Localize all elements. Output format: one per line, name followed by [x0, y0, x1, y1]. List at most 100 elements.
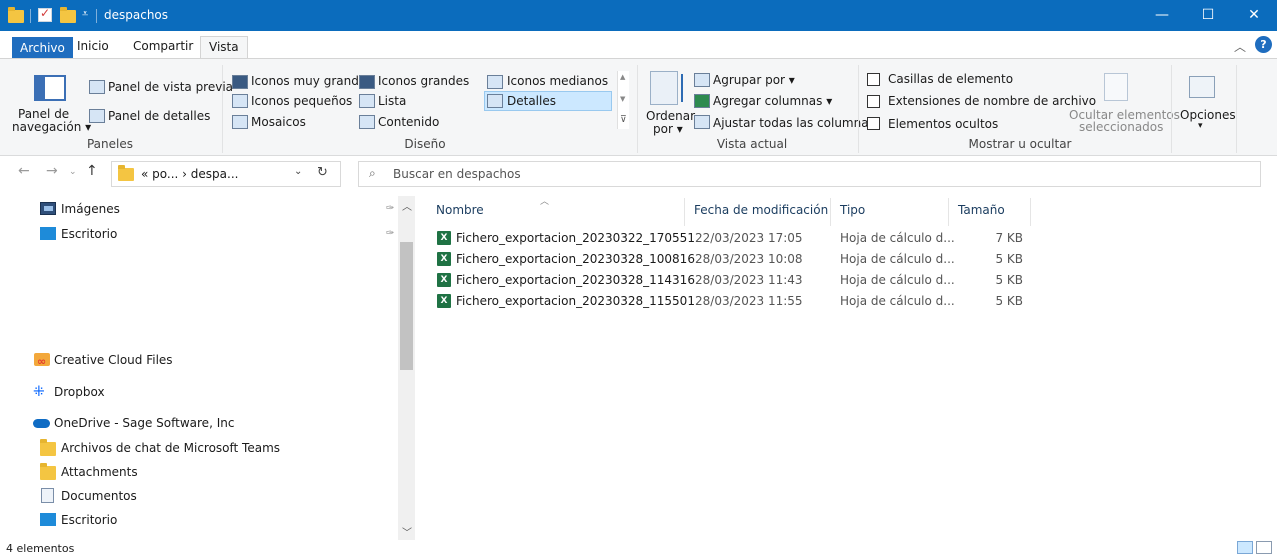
column-header-name[interactable]: Nombre [436, 203, 484, 217]
search-box[interactable]: ⌕ Buscar en despachos [358, 161, 1261, 187]
tiles-option[interactable]: Mosaicos [251, 115, 306, 129]
pin-icon[interactable]: ✑ [386, 223, 394, 245]
small-icons-icon [232, 94, 248, 108]
file-size: 5 KB [995, 273, 1023, 287]
search-input[interactable]: Buscar en despachos [393, 167, 521, 181]
tab-inicio[interactable]: Inicio [69, 36, 117, 57]
column-header-size[interactable]: Tamaño [958, 203, 1005, 217]
table-row[interactable]: X Fichero_exportacion_20230328_100816 28… [416, 249, 1036, 270]
recent-locations-icon[interactable]: ⌄ [69, 167, 77, 177]
large-icons-view-toggle-icon[interactable] [1256, 541, 1272, 554]
large-icons-icon [359, 75, 375, 89]
title-bar: ⩡ despachos — ☐ ✕ [0, 0, 1277, 31]
sort-by-button[interactable]: por ▾ [653, 122, 683, 136]
nav-item-label: Documentos [61, 489, 137, 503]
window-title: despachos [104, 8, 169, 22]
maximize-button[interactable]: ☐ [1185, 0, 1231, 31]
scrollbar-thumb[interactable] [400, 242, 413, 370]
tab-archivo[interactable]: Archivo [12, 37, 73, 59]
creative-cloud-icon [34, 351, 50, 373]
options-button[interactable]: Opciones [1180, 108, 1236, 122]
properties-quick-access-icon[interactable] [38, 6, 52, 22]
preview-pane-button[interactable]: Panel de vista previa [108, 80, 233, 94]
group-separator [637, 65, 638, 153]
item-checkboxes-label[interactable]: Casillas de elemento [888, 72, 1013, 86]
table-row[interactable]: X Fichero_exportacion_20230328_114316 28… [416, 270, 1036, 291]
hide-selected-icon [1104, 73, 1128, 101]
list-option[interactable]: Lista [378, 94, 406, 108]
content-option[interactable]: Contenido [378, 115, 439, 129]
ribbon-tabs: Archivo Inicio Compartir Vista ︿ ? [0, 31, 1277, 59]
large-icons-option[interactable]: Iconos grandes [378, 74, 469, 88]
collapse-ribbon-icon[interactable]: ︿ [1234, 38, 1246, 55]
column-divider[interactable] [1030, 198, 1031, 226]
chevron-down-icon[interactable]: ⌄ [294, 166, 302, 177]
nav-item-label: Dropbox [54, 385, 105, 399]
group-by-button[interactable]: Agrupar por ▾ [713, 73, 795, 87]
extra-large-icons-icon [232, 75, 248, 89]
hidden-items-checkbox[interactable] [867, 117, 880, 130]
sort-by-label[interactable]: Ordenar [646, 109, 695, 123]
file-extensions-label[interactable]: Extensiones de nombre de archivo [888, 94, 1096, 108]
pin-icon[interactable]: ✑ [386, 198, 394, 220]
minimize-button[interactable]: — [1139, 0, 1185, 31]
file-extensions-checkbox[interactable] [867, 95, 880, 108]
add-columns-button[interactable]: Agregar columnas ▾ [713, 94, 832, 108]
close-button[interactable]: ✕ [1231, 0, 1277, 31]
scroll-down-icon[interactable]: ﹀ [402, 524, 412, 539]
layout-gallery-scroller[interactable]: ▲ ▼ ⊽ [617, 71, 629, 129]
file-type: Hoja de cálculo d... [840, 231, 955, 245]
scroll-up-icon[interactable]: ︿ [402, 198, 412, 213]
table-row[interactable]: X Fichero_exportacion_20230322_170551 22… [416, 228, 1036, 249]
toolbar-separator [30, 9, 31, 23]
group-by-icon [694, 73, 710, 87]
hide-selected-label-2[interactable]: seleccionados [1079, 120, 1163, 134]
back-button[interactable]: ← [18, 163, 30, 179]
details-view-toggle-icon[interactable] [1237, 541, 1253, 554]
options-dropdown-icon[interactable]: ▾ [1198, 121, 1203, 131]
group-separator [1171, 65, 1172, 153]
fit-columns-icon [694, 115, 710, 129]
file-name: Fichero_exportacion_20230328_114316 [456, 273, 695, 287]
navigation-pane-button[interactable]: navegación ▾ [12, 120, 91, 134]
file-type: Hoja de cálculo d... [840, 273, 955, 287]
nav-item-label: Archivos de chat de Microsoft Teams [61, 441, 281, 455]
details-pane-button[interactable]: Panel de detalles [108, 109, 210, 123]
file-size: 5 KB [995, 252, 1023, 266]
file-modified: 28/03/2023 10:08 [695, 252, 803, 266]
navigation-pane: Imágenes ✑ Escritorio ✑ Creative Cloud F… [0, 194, 400, 540]
details-pane-icon [89, 109, 105, 123]
tab-vista[interactable]: Vista [200, 36, 248, 59]
column-header-modified[interactable]: Fecha de modificación [694, 203, 828, 217]
hidden-items-label[interactable]: Elementos ocultos [888, 117, 998, 131]
file-size: 7 KB [995, 231, 1023, 245]
medium-icons-option[interactable]: Iconos medianos [507, 74, 608, 88]
column-header-type[interactable]: Tipo [840, 203, 865, 217]
extra-large-icons-option[interactable]: Iconos muy grandes [251, 74, 372, 88]
excel-file-icon: X [437, 231, 451, 245]
table-row[interactable]: X Fichero_exportacion_20230328_115501 28… [416, 291, 1036, 312]
details-view-icon [487, 94, 503, 108]
quick-access-dropdown-icon[interactable]: ⩡ [82, 7, 88, 21]
breadcrumb[interactable]: « po... › despa... [141, 167, 238, 181]
column-divider[interactable] [830, 198, 831, 226]
column-divider[interactable] [684, 198, 685, 226]
navigation-scrollbar[interactable]: ︿ ﹀ [398, 196, 415, 540]
small-icons-option[interactable]: Iconos pequeños [251, 94, 352, 108]
medium-icons-icon [487, 75, 503, 89]
address-bar[interactable]: « po... › despa... ⌄ ↻ [111, 161, 341, 187]
group-label-mostrar-ocultar: Mostrar u ocultar [968, 137, 1072, 151]
tab-compartir[interactable]: Compartir [125, 36, 201, 57]
up-button[interactable]: ↑ [86, 163, 98, 179]
column-divider[interactable] [948, 198, 949, 226]
file-explorer-window: ⩡ despachos — ☐ ✕ Archivo Inicio Compart… [0, 0, 1277, 556]
item-checkboxes-checkbox[interactable] [867, 73, 880, 86]
navigation-pane-label-1[interactable]: Panel de [18, 107, 69, 121]
help-icon[interactable]: ? [1255, 36, 1272, 53]
folder-icon [40, 463, 56, 480]
fit-columns-button[interactable]: Ajustar todas las columnas [713, 116, 875, 130]
refresh-icon[interactable]: ↻ [317, 165, 328, 180]
new-folder-quick-access-icon[interactable] [60, 7, 76, 23]
details-option[interactable]: Detalles [507, 94, 556, 108]
forward-button[interactable]: → [46, 163, 58, 179]
